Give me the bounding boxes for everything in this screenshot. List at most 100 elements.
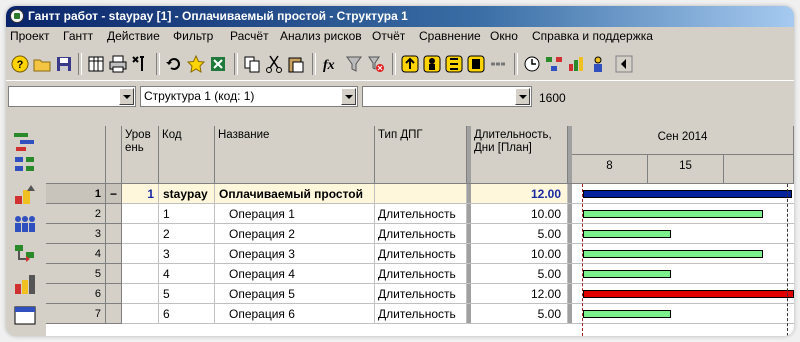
name-cell[interactable]: Операция 1: [215, 204, 375, 224]
name-cell[interactable]: Операция 2: [215, 224, 375, 244]
level-cell[interactable]: [122, 204, 159, 224]
first-combo[interactable]: [8, 86, 136, 107]
name-cell[interactable]: Операция 3: [215, 244, 375, 264]
row-expander[interactable]: −: [106, 184, 122, 204]
menu-project[interactable]: Проект: [10, 27, 50, 46]
chevron-down-icon[interactable]: [515, 88, 530, 105]
formula-icon[interactable]: fx: [320, 54, 340, 74]
star-icon[interactable]: [186, 54, 206, 74]
duration-cell[interactable]: 5.00: [471, 304, 568, 324]
row-expander[interactable]: [106, 264, 122, 284]
cost-icon[interactable]: [12, 272, 38, 298]
chevron-down-icon[interactable]: [119, 88, 134, 105]
menu-risk[interactable]: Анализ рисков: [280, 27, 362, 46]
menu-filter[interactable]: Фильтр: [173, 27, 213, 46]
code-cell[interactable]: 2: [159, 224, 215, 244]
code-cell[interactable]: 5: [159, 284, 215, 304]
row-number[interactable]: 5: [46, 264, 106, 284]
cut-icon[interactable]: [264, 54, 284, 74]
task-row[interactable]: 7 6 Операция 6 Длительность 5.00: [46, 304, 794, 324]
menu-window[interactable]: Окно: [490, 27, 518, 46]
row-expander[interactable]: [106, 204, 122, 224]
menu-report[interactable]: Отчёт: [372, 27, 405, 46]
help-icon[interactable]: ?: [10, 54, 30, 74]
schedule-icon[interactable]: [522, 54, 542, 74]
table-icon[interactable]: [86, 54, 106, 74]
level-cell[interactable]: [122, 264, 159, 284]
link-icon[interactable]: [488, 54, 508, 74]
gantt-bar[interactable]: [583, 210, 763, 218]
row-expander[interactable]: [106, 224, 122, 244]
third-combo[interactable]: [362, 86, 532, 107]
column-header-code[interactable]: Код: [159, 126, 215, 184]
resource-icon-1[interactable]: [400, 54, 420, 74]
task-row[interactable]: 5 4 Операция 4 Длительность 5.00: [46, 264, 794, 284]
level-cell[interactable]: [122, 244, 159, 264]
excel-icon[interactable]: [208, 54, 228, 74]
level-cell[interactable]: [122, 304, 159, 324]
gantt-icon[interactable]: [12, 130, 38, 156]
task-row[interactable]: 3 2 Операция 2 Длительность 5.00: [46, 224, 794, 244]
code-cell[interactable]: staypay: [159, 184, 215, 204]
menu-calc[interactable]: Расчёт: [230, 27, 269, 46]
task-row[interactable]: 6 5 Операция 5 Длительность 12.00: [46, 284, 794, 304]
menu-compare[interactable]: Сравнение: [419, 27, 481, 46]
scroll-left-icon[interactable]: [614, 54, 634, 74]
duration-cell[interactable]: 5.00: [471, 264, 568, 284]
save-icon[interactable]: [54, 54, 74, 74]
team-icon[interactable]: [12, 212, 38, 238]
row-number[interactable]: 7: [46, 304, 106, 324]
task-row[interactable]: 2 1 Операция 1 Длительность 10.00: [46, 204, 794, 224]
row-number[interactable]: 3: [46, 224, 106, 244]
code-cell[interactable]: 6: [159, 304, 215, 324]
dpg-type-cell[interactable]: Длительность: [375, 204, 467, 224]
resources-icon[interactable]: [12, 182, 38, 208]
name-cell[interactable]: Операция 5: [215, 284, 375, 304]
structure-combo[interactable]: Структура 1 (код: 1): [140, 86, 358, 107]
task-row[interactable]: 4 3 Операция 3 Длительность 10.00: [46, 244, 794, 264]
duration-cell[interactable]: 5.00: [471, 224, 568, 244]
menu-gantt[interactable]: Гантт: [63, 27, 93, 46]
flow-icon[interactable]: [12, 242, 38, 268]
duration-cell[interactable]: 12.00: [471, 184, 568, 204]
row-expander[interactable]: [106, 304, 122, 324]
resource-icon-2[interactable]: [422, 54, 442, 74]
row-expander[interactable]: [106, 284, 122, 304]
code-cell[interactable]: 3: [159, 244, 215, 264]
name-cell[interactable]: Операция 6: [215, 304, 375, 324]
dpg-type-cell[interactable]: [375, 184, 467, 204]
gantt-bar[interactable]: [583, 250, 763, 258]
row-expander[interactable]: [106, 244, 122, 264]
row-number[interactable]: 6: [46, 284, 106, 304]
people-icon[interactable]: [588, 54, 608, 74]
structure-icon[interactable]: [12, 154, 38, 180]
menu-action[interactable]: Действие: [107, 27, 160, 46]
gantt-bar[interactable]: [583, 230, 671, 238]
gantt-bar[interactable]: [583, 290, 794, 298]
duration-cell[interactable]: 12.00: [471, 284, 568, 304]
copy-icon[interactable]: [242, 54, 262, 74]
undo-icon[interactable]: [164, 54, 184, 74]
dpg-type-cell[interactable]: Длительность: [375, 264, 467, 284]
column-header-name[interactable]: Название: [215, 126, 375, 184]
menu-help[interactable]: Справка и поддержка: [532, 27, 653, 46]
chevron-down-icon[interactable]: [341, 88, 356, 105]
resource-icon-4[interactable]: [466, 54, 486, 74]
name-cell[interactable]: Операция 4: [215, 264, 375, 284]
gantt-bar[interactable]: [583, 270, 671, 278]
duration-cell[interactable]: 10.00: [471, 204, 568, 224]
dpg-type-cell[interactable]: Длительность: [375, 304, 467, 324]
resources-tree-icon[interactable]: [544, 54, 564, 74]
print-icon[interactable]: [108, 54, 128, 74]
dpg-type-cell[interactable]: Длительность: [375, 224, 467, 244]
gantt-bar[interactable]: [583, 310, 671, 318]
row-number[interactable]: 4: [46, 244, 106, 264]
row-number[interactable]: 1: [46, 184, 106, 204]
row-number[interactable]: 2: [46, 204, 106, 224]
open-folder-icon[interactable]: [32, 54, 52, 74]
calendar-icon[interactable]: [12, 302, 38, 328]
column-header-level[interactable]: Уров ень: [122, 126, 159, 184]
resource-icon-3[interactable]: [444, 54, 464, 74]
paste-icon[interactable]: [286, 54, 306, 74]
dpg-type-cell[interactable]: Длительность: [375, 284, 467, 304]
